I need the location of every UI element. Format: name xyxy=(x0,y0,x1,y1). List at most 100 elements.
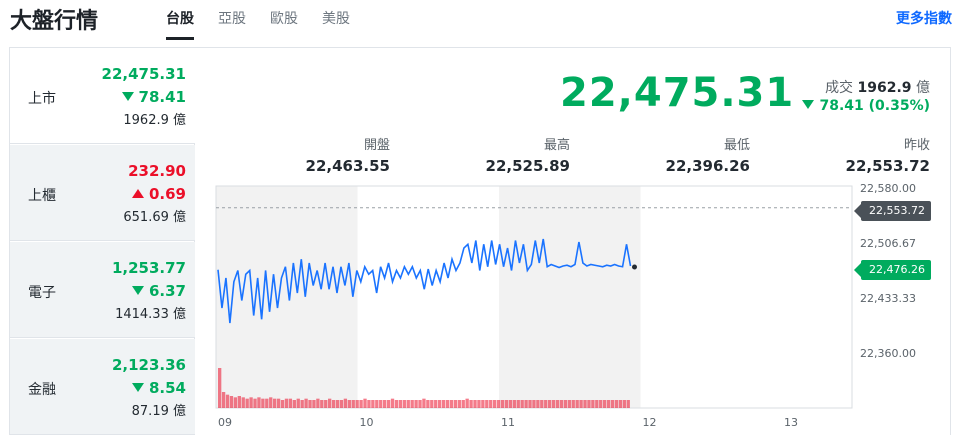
stat-prev-close: 昨收 22,553.72 xyxy=(846,134,930,175)
volume-bar xyxy=(587,400,591,408)
tab-taiwan[interactable]: 台股 xyxy=(166,8,194,40)
volume-value: 1962.9 xyxy=(857,80,912,96)
market-item-finance[interactable]: 金融 2,123.36 8.54 87.19 億 xyxy=(10,339,195,435)
market-name: 電子 xyxy=(28,285,56,301)
volume-bar xyxy=(504,400,509,408)
x-tick-label: 13 xyxy=(784,416,798,429)
volume-bar xyxy=(355,400,359,408)
volume-bar xyxy=(461,400,465,408)
volume-bar xyxy=(328,398,332,408)
volume-bar xyxy=(516,400,520,408)
market-volume: 651.69 億 xyxy=(123,210,186,225)
volume-bar xyxy=(548,400,552,408)
header: 大盤行情 台股 亞股 歐股 美股 更多指數 xyxy=(0,0,959,40)
hour-band xyxy=(499,186,641,408)
market-change-value: 6.37 xyxy=(148,282,186,300)
index-price: 22,475.31 xyxy=(560,70,795,116)
volume-bar xyxy=(261,398,265,408)
down-arrow-icon xyxy=(131,383,144,392)
volume-bar xyxy=(390,398,395,408)
volume-bar xyxy=(540,400,544,408)
volume-bar xyxy=(445,400,450,408)
volume-bar xyxy=(583,400,587,408)
hour-band xyxy=(216,186,358,408)
market-item-listed[interactable]: 上市 22,475.31 78.41 1962.9 億 xyxy=(10,48,195,144)
market-change: 8.54 xyxy=(131,379,186,397)
volume-bar xyxy=(410,400,414,408)
volume-bar xyxy=(418,400,422,408)
page-title: 大盤行情 xyxy=(10,9,99,34)
volume-bar xyxy=(528,400,532,408)
last-price-dot xyxy=(632,264,637,270)
volume-bar xyxy=(335,400,340,408)
volume-bar xyxy=(233,397,238,408)
volume-bar xyxy=(331,400,336,408)
volume-bar xyxy=(622,400,626,408)
volume-bar xyxy=(269,397,273,408)
market-price: 1,253.77 xyxy=(111,259,186,277)
market-volume: 87.19 億 xyxy=(131,404,186,419)
market-item-electronics[interactable]: 電子 1,253.77 6.37 1414.33 億 xyxy=(10,242,195,338)
trade-volume: 成交 1962.9 億 xyxy=(825,77,930,97)
market-name: 金融 xyxy=(28,382,56,398)
market-volume: 1414.33 億 xyxy=(115,307,186,322)
volume-bar xyxy=(253,398,257,408)
current-price-tag: 22,476.26 xyxy=(854,260,931,280)
volume-bar xyxy=(449,400,454,408)
volume-bar xyxy=(273,398,277,408)
stat-label: 最高 xyxy=(543,138,570,153)
market-item-otc[interactable]: 上櫃 232.90 0.69 651.69 億 xyxy=(10,145,195,241)
down-arrow-icon xyxy=(802,100,815,109)
index-change: 78.41 (0.35%) xyxy=(802,98,930,114)
volume-bar xyxy=(386,400,391,408)
volume-bar xyxy=(221,392,226,408)
market-change: 78.41 xyxy=(121,88,186,106)
volume-bar xyxy=(469,400,473,408)
stat-low: 最低 22,396.26 xyxy=(666,134,750,175)
x-tick-label: 12 xyxy=(643,416,657,429)
volume-bar xyxy=(375,400,379,408)
market-volume: 1962.9 億 xyxy=(123,113,186,128)
volume-bar xyxy=(579,400,583,408)
x-tick-label: 10 xyxy=(360,416,374,429)
volume-bar xyxy=(485,400,489,408)
tab-asia[interactable]: 亞股 xyxy=(218,8,246,40)
volume-bar xyxy=(359,400,363,408)
y-tick-label: 22,506.67 xyxy=(860,237,916,250)
stat-value: 22,525.89 xyxy=(485,157,570,175)
stat-open: 開盤 22,463.55 xyxy=(306,134,390,175)
intraday-chart[interactable]: 22,580.00 22,506.67 22,433.33 22,360.00 09 10… xyxy=(210,180,950,435)
stat-label: 昨收 xyxy=(903,138,930,153)
volume-bar xyxy=(626,400,630,408)
market-price: 22,475.31 xyxy=(101,65,186,83)
volume-bar xyxy=(284,398,289,408)
volume-bar xyxy=(595,400,599,408)
market-change: 6.37 xyxy=(131,282,186,300)
more-indices-link[interactable]: 更多指數 xyxy=(896,8,952,28)
volume-bar xyxy=(225,394,230,408)
volume-bar xyxy=(512,400,516,408)
volume-bar xyxy=(477,400,481,408)
market-name: 上櫃 xyxy=(28,188,56,204)
volume-bar xyxy=(265,398,269,408)
volume-bar xyxy=(363,398,367,408)
volume-bar xyxy=(603,400,607,408)
market-price: 2,123.36 xyxy=(111,356,186,374)
prev-close-tag: 22,553.72 xyxy=(854,201,931,221)
volume-bar xyxy=(551,400,556,408)
tab-us[interactable]: 美股 xyxy=(322,8,350,40)
market-change-value: 0.69 xyxy=(148,185,186,203)
volume-bar xyxy=(292,400,296,408)
x-tick-label: 11 xyxy=(501,416,515,429)
volume-bar xyxy=(300,400,304,408)
volume-bar xyxy=(536,400,540,408)
volume-bar xyxy=(599,400,603,408)
volume-bar xyxy=(304,398,308,408)
volume-label: 成交 xyxy=(825,80,854,96)
volume-bar xyxy=(398,400,403,408)
tab-europe[interactable]: 歐股 xyxy=(270,8,298,40)
volume-bar xyxy=(473,400,477,408)
volume-bar xyxy=(465,398,469,408)
volume-bar xyxy=(257,397,261,408)
volume-bar xyxy=(559,400,564,408)
